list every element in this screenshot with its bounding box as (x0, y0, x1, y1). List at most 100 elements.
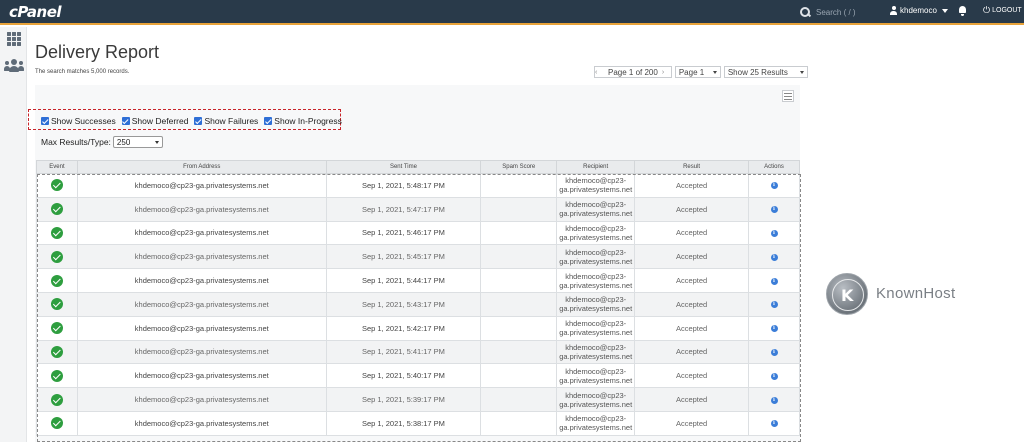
actions-cell: i (748, 220, 800, 246)
bell-icon[interactable] (958, 6, 967, 16)
table-header-row: Event From Address Sent Time Spam Score … (36, 160, 800, 174)
logout-button[interactable]: ⏻ LOGOUT (983, 6, 1022, 15)
info-icon[interactable]: i (770, 396, 778, 404)
result-cell: Accepted (634, 410, 749, 436)
filter-label: Show Successes (51, 116, 116, 126)
recipient-line-1: khdemoco@cp23- (565, 366, 627, 376)
info-icon[interactable]: i (770, 277, 778, 285)
info-icon[interactable]: i (770, 253, 778, 261)
filter-in-progress[interactable]: Show In-Progress (264, 116, 342, 126)
info-icon[interactable]: i (770, 230, 778, 237)
result-cell: Accepted (634, 244, 749, 270)
from-address-cell: khdemoco@cp23-ga.privatesystems.net (76, 220, 327, 246)
recipient-line-1: khdemoco@cp23- (565, 414, 627, 424)
event-cell (36, 410, 78, 436)
spam-score-cell (480, 173, 558, 198)
info-icon[interactable]: i (770, 182, 778, 190)
info-icon[interactable]: i (770, 372, 778, 380)
max-results-value: 250 (116, 137, 131, 147)
recipient-line-2: ga.privatesystems.net (559, 399, 633, 409)
recipient-cell: khdemoco@cp23- ga.privatesystems.net (556, 268, 636, 293)
sent-time-cell: Sep 1, 2021, 5:44:17 PM (325, 268, 482, 293)
column-header-result[interactable]: Result (634, 160, 749, 174)
filter-failures[interactable]: Show Failures (194, 116, 258, 126)
column-header-recipient[interactable]: Recipient (556, 160, 636, 174)
from-address-cell: khdemoco@cp23-ga.privatesystems.net (76, 268, 327, 293)
table-row: khdemoco@cp23-ga.privatesystems.net Sep 1… (36, 268, 800, 293)
recipient-line-1: khdemoco@cp23- (565, 342, 627, 352)
result-cell: Accepted (634, 173, 749, 198)
checkbox-checked[interactable] (194, 117, 203, 125)
result-cell: Accepted (634, 363, 749, 389)
table-body: khdemoco@cp23-ga.privatesystems.net Sep 1… (36, 173, 800, 436)
max-results-select[interactable]: 250 (112, 136, 163, 148)
success-check-icon (50, 298, 63, 311)
actions-cell: i (748, 173, 800, 198)
filter-checkboxes: Show Successes Show Deferred Show Failur… (41, 116, 342, 126)
recipient-line-1: khdemoco@cp23- (565, 247, 627, 257)
page-title: Delivery Report (35, 42, 160, 62)
recipient-line-1: khdemoco@cp23- (565, 223, 627, 233)
checkbox-checked[interactable] (121, 117, 130, 125)
column-toggle-icon[interactable] (782, 90, 794, 102)
search-box[interactable] (800, 5, 876, 20)
recipient-cell: khdemoco@cp23- ga.privatesystems.net (556, 196, 636, 222)
recipient-line-2: ga.privatesystems.net (559, 304, 633, 314)
max-results-label: Max Results/Type: (41, 137, 111, 147)
pagination: ‹ Page 1 of 200 › (594, 66, 672, 78)
recipient-line-2: ga.privatesystems.net (559, 328, 633, 338)
event-cell (36, 315, 78, 341)
username-label: khdemoco (900, 6, 937, 15)
search-icon (800, 7, 811, 18)
spam-score-cell (480, 315, 558, 341)
info-icon[interactable]: i (770, 206, 778, 214)
from-address-cell: khdemoco@cp23-ga.privatesystems.net (76, 363, 327, 389)
info-icon[interactable]: i (770, 301, 778, 309)
column-header-spam-score[interactable]: Spam Score (480, 160, 558, 174)
recipient-line-1: khdemoco@cp23- (565, 295, 627, 305)
page-select[interactable]: Page 1 (674, 66, 721, 78)
pager: ‹ Page 1 of 200 › Page 1 Show 25 Results (594, 66, 808, 78)
event-cell (36, 387, 78, 412)
filter-successes[interactable]: Show Successes (41, 116, 116, 126)
next-page-icon[interactable]: › (662, 69, 671, 76)
search-input[interactable] (816, 5, 876, 20)
spam-score-cell (480, 220, 558, 246)
caret-down-icon (799, 70, 804, 74)
results-per-page-select[interactable]: Show 25 Results (723, 66, 808, 78)
success-check-icon (50, 250, 63, 263)
checkbox-checked[interactable] (41, 117, 49, 125)
from-address-cell: khdemoco@cp23-ga.privatesystems.net (76, 291, 327, 317)
chevron-down-icon (154, 140, 159, 144)
recipient-line-2: ga.privatesystems.net (559, 375, 633, 385)
top-bar: cPanel khdemoco ⏻ LOGOUT (0, 0, 1024, 25)
recipient-cell: khdemoco@cp23- ga.privatesystems.net (556, 315, 636, 341)
cpanel-logo[interactable]: cPanel (9, 3, 62, 21)
max-results: Max Results/Type: 250 (41, 136, 163, 148)
result-cell: Accepted (634, 196, 749, 222)
info-icon[interactable]: i (770, 325, 778, 333)
column-header-sent-time[interactable]: Sent Time (325, 160, 482, 174)
column-header-event[interactable]: Event (36, 160, 78, 174)
filter-deferred[interactable]: Show Deferred (121, 116, 188, 126)
event-cell (36, 220, 78, 246)
recipient-cell: khdemoco@cp23- ga.privatesystems.net (556, 410, 636, 436)
prev-page-icon[interactable]: ‹ (595, 69, 604, 76)
page-select-value: Page 1 (678, 67, 705, 77)
info-icon[interactable]: i (770, 420, 778, 428)
success-check-icon (50, 322, 63, 335)
info-icon[interactable]: i (770, 348, 778, 356)
sent-time-cell: Sep 1, 2021, 5:45:17 PM (325, 244, 482, 270)
apps-grid-icon[interactable] (7, 32, 21, 46)
logout-label: LOGOUT (992, 6, 1022, 14)
column-header-from[interactable]: From Address (76, 160, 327, 174)
user-menu[interactable]: khdemoco (890, 6, 948, 15)
users-icon[interactable] (4, 59, 24, 72)
from-address-cell: khdemoco@cp23-ga.privatesystems.net (76, 173, 327, 198)
delivery-table: Event From Address Sent Time Spam Score … (36, 160, 800, 436)
checkbox-checked[interactable] (264, 117, 273, 125)
success-check-icon (50, 417, 63, 430)
report-panel: Show Successes Show Deferred Show Failur… (28, 85, 801, 442)
event-cell (36, 339, 78, 365)
table-row: khdemoco@cp23-ga.privatesystems.net Sep 1… (36, 291, 800, 317)
